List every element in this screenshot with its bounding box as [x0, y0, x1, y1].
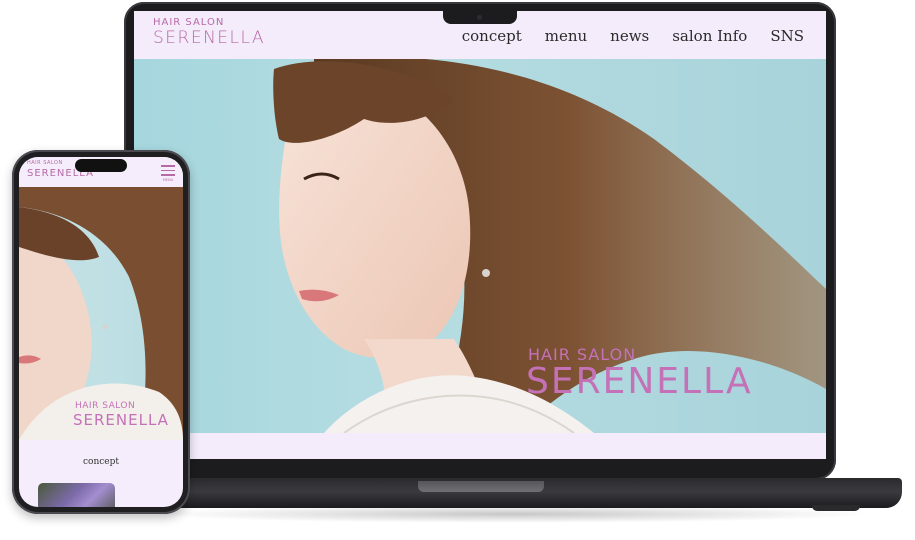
laptop-hinge-groove	[418, 481, 544, 492]
logo-title[interactable]: SERENELLA	[153, 28, 265, 48]
phone-hero-title-small: HAIR SALON	[75, 401, 136, 411]
section-heading-concept: concept	[83, 457, 119, 467]
phone-screen: HAIR SALON SERENELLA MENU HAIR SALON SER…	[19, 157, 183, 507]
camera-icon	[477, 15, 482, 20]
hamburger-menu-button[interactable]: MENU	[161, 165, 175, 182]
hero-title-big: SERENELLA	[526, 361, 753, 402]
nav-menu[interactable]: menu	[545, 27, 587, 45]
nav-salon-info[interactable]: salon Info	[672, 27, 747, 45]
laptop-foot	[812, 505, 860, 511]
menu-label: MENU	[162, 177, 174, 182]
logo-subtitle[interactable]: HAIR SALON	[153, 17, 224, 28]
hamburger-bar	[161, 169, 175, 171]
nav-concept[interactable]: concept	[462, 27, 522, 45]
nav-sns[interactable]: SNS	[770, 27, 804, 45]
hamburger-bar	[161, 174, 175, 176]
concept-thumbnail-image	[38, 483, 115, 507]
hamburger-bar	[161, 165, 175, 167]
phone-hero-image: HAIR SALON SERENELLA	[19, 187, 183, 440]
main-nav: concept menu news salon Info SNS	[462, 27, 804, 45]
laptop-screen: HAIR SALON SERENELLA concept menu news s…	[134, 11, 826, 459]
hero-bottom-band	[134, 433, 826, 459]
phone-logo-subtitle[interactable]: HAIR SALON	[27, 160, 63, 166]
phone-hero-title-big: SERENELLA	[73, 411, 169, 429]
laptop-notch	[443, 11, 517, 24]
nav-news[interactable]: news	[610, 27, 649, 45]
phone-dynamic-island	[75, 159, 127, 172]
hero-image: HAIR SALON SERENELLA	[134, 59, 826, 433]
